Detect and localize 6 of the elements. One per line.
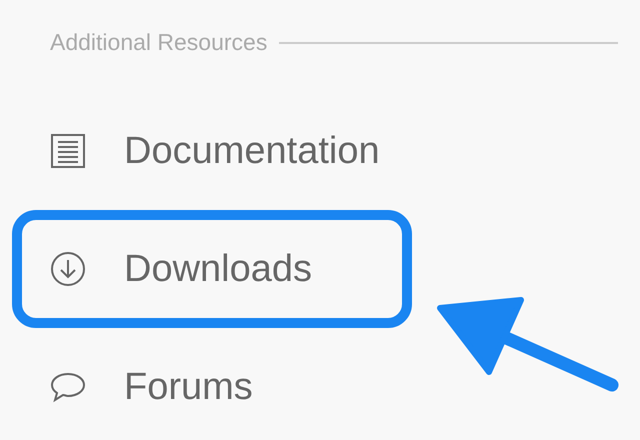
highlighted-menu-item[interactable]: Downloads <box>12 210 412 328</box>
document-icon <box>50 133 86 169</box>
menu-item[interactable]: Documentation <box>12 92 412 210</box>
section-title: Additional Resources <box>50 29 268 56</box>
download-icon <box>50 251 86 287</box>
menu-item[interactable]: Forums <box>12 328 412 440</box>
